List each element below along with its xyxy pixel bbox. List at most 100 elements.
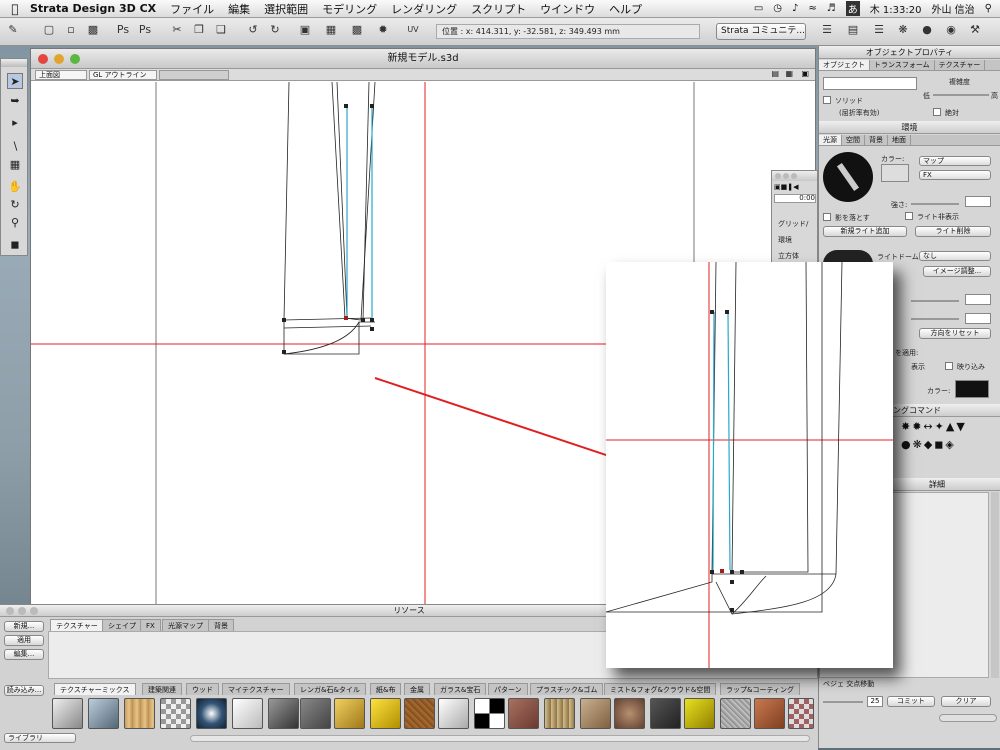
hand-icon[interactable]: ✋ [7,179,23,195]
timeline-item-grid[interactable]: グリッド/ [778,219,808,229]
texture-swatch[interactable] [544,698,575,729]
texture-swatch[interactable] [268,698,299,729]
time-machine-icon[interactable]: ◷ [773,3,782,14]
texture-swatch[interactable] [196,698,227,729]
texture-swatch[interactable] [788,698,814,729]
point-select-icon[interactable]: ▸ [7,115,23,131]
close-button[interactable] [38,54,48,64]
rotate-view-icon[interactable]: ↻ [7,197,23,213]
commit-button[interactable]: コミット [887,696,935,707]
light-hide-checkbox[interactable] [905,212,913,220]
camera-icon[interactable]: ◉ [944,23,958,37]
cast-shadow-checkbox[interactable] [823,213,831,221]
resource-import-button[interactable]: 読み込み... [4,685,44,696]
rtab-texture[interactable]: テクスチャー [50,619,104,631]
menu-script[interactable]: スクリプト [471,1,526,17]
timeline-item-cube[interactable]: 立方体 [778,251,799,261]
arrow-select-icon[interactable]: ➤ [7,73,23,89]
align-icon[interactable]: ▦ [324,23,338,37]
photoshop-icon[interactable]: Ps [116,23,130,37]
bottom-slider[interactable] [939,714,997,722]
light-color-swatch[interactable] [881,164,909,182]
library-select[interactable]: ライブラリ [4,733,76,743]
btab-0[interactable]: テクスチャーミックス [54,683,136,695]
gear-icon[interactable]: ✹ [376,23,390,37]
view-lock-icon[interactable]: ▤ [771,69,779,78]
texture-swatch[interactable] [684,698,715,729]
apple-icon[interactable]:  [0,2,30,16]
resources-close[interactable] [6,607,14,615]
layers-icon[interactable]: ☰ [872,23,886,37]
btab-7[interactable]: ガラス&宝石 [434,683,487,695]
speaker-icon[interactable]: ♬ [827,3,836,14]
dome-slider-2[interactable] [911,318,959,320]
menubar-clock[interactable]: 木 1:33:20 [870,1,922,16]
menu-selection[interactable]: 選択範囲 [264,1,308,17]
add-light-button[interactable]: 新規ライト追加 [823,226,907,237]
line-icon[interactable]: ∖ [7,139,23,155]
btab-10[interactable]: ミスト&フォグ&クラウド&空間 [604,683,717,695]
tab-space[interactable]: 空間 [842,135,865,145]
dome-slider-1[interactable] [911,300,959,302]
render-mode-select[interactable]: GL アウトライン [89,70,157,80]
volume-icon[interactable]: ♪ [792,3,798,14]
modeling-commands-icons-2[interactable]: ●❋◆◼◈ [901,438,956,451]
timeline-time[interactable]: 0:00 [774,194,816,203]
pen-icon[interactable]: ✎ [6,23,20,37]
panel-icon[interactable]: ▤ [846,23,860,37]
delete-light-button[interactable]: ライト削除 [915,226,991,237]
display-icon[interactable]: ▭ [754,3,763,14]
undo-icon[interactable]: ↺ [246,23,260,37]
reset-direction-button[interactable]: 方向をリセット [919,328,991,339]
zoom-button[interactable] [70,54,80,64]
resource-new-button[interactable]: 新規... [4,621,44,632]
clear-button[interactable]: クリア [941,696,991,707]
texture-swatch[interactable] [580,698,611,729]
reflect-checkbox[interactable] [945,362,953,370]
texture-swatch[interactable] [720,698,751,729]
btab-4[interactable]: レンガ&石&タイル [294,683,366,695]
environment-title[interactable]: 環境 [819,121,1000,134]
dome-field-1[interactable] [965,294,991,305]
light-dome-select[interactable]: なし [919,251,991,261]
group-icon[interactable]: ▩ [350,23,364,37]
texture-swatch[interactable] [160,698,191,729]
texture-swatch[interactable] [370,698,401,729]
object-name-field[interactable] [823,77,917,90]
open-folder-icon[interactable]: ▫ [64,23,78,37]
resources-zoom[interactable] [30,607,38,615]
texture-swatch[interactable] [404,698,435,729]
tab-texture[interactable]: テクスチャー [935,60,986,70]
wifi-icon[interactable]: ≈ [808,3,816,14]
zoom-slider[interactable] [159,70,229,80]
btab-6[interactable]: 金属 [404,683,430,695]
absolute-checkbox[interactable] [933,108,941,116]
shape-tool-icon[interactable]: ◼ [7,237,23,253]
rtab-background[interactable]: 背景 [208,619,234,631]
app-name-menu[interactable]: Strata Design 3D CX [30,2,156,15]
details-value-field[interactable]: 25 [867,696,883,707]
tool-palette-grip[interactable] [1,59,27,67]
menubar-user[interactable]: 外山 信治 [931,1,974,16]
ground-color-swatch[interactable] [955,380,989,398]
texture-swatch[interactable] [334,698,365,729]
texture-swatch[interactable] [474,698,505,729]
menu-help[interactable]: ヘルプ [609,1,642,17]
community-select[interactable]: Strata コミュニテ... [716,23,806,40]
tab-ground[interactable]: 地面 [888,135,911,145]
intensity-field[interactable] [965,196,991,207]
btab-11[interactable]: ラップ&コーティング [720,683,801,695]
uv-icon[interactable]: UV [404,23,422,37]
vertex-handles[interactable] [282,104,374,354]
dome-field-2[interactable] [965,313,991,324]
btab-1[interactable]: 建築関連 [142,683,182,695]
btab-2[interactable]: ウッド [186,683,219,695]
btab-8[interactable]: パターン [488,683,528,695]
modeling-commands-icons[interactable]: ✸✹↔✦▲▼ [901,420,967,433]
image-adjust-button[interactable]: イメージ調整... [923,266,991,277]
save-icon[interactable]: ▩ [86,23,100,37]
paste-icon[interactable]: ❑ [214,23,228,37]
resource-apply-button[interactable]: 適用 [4,635,44,646]
rtab-shape[interactable]: シェイプ [102,619,142,631]
texture-swatch[interactable] [232,698,263,729]
